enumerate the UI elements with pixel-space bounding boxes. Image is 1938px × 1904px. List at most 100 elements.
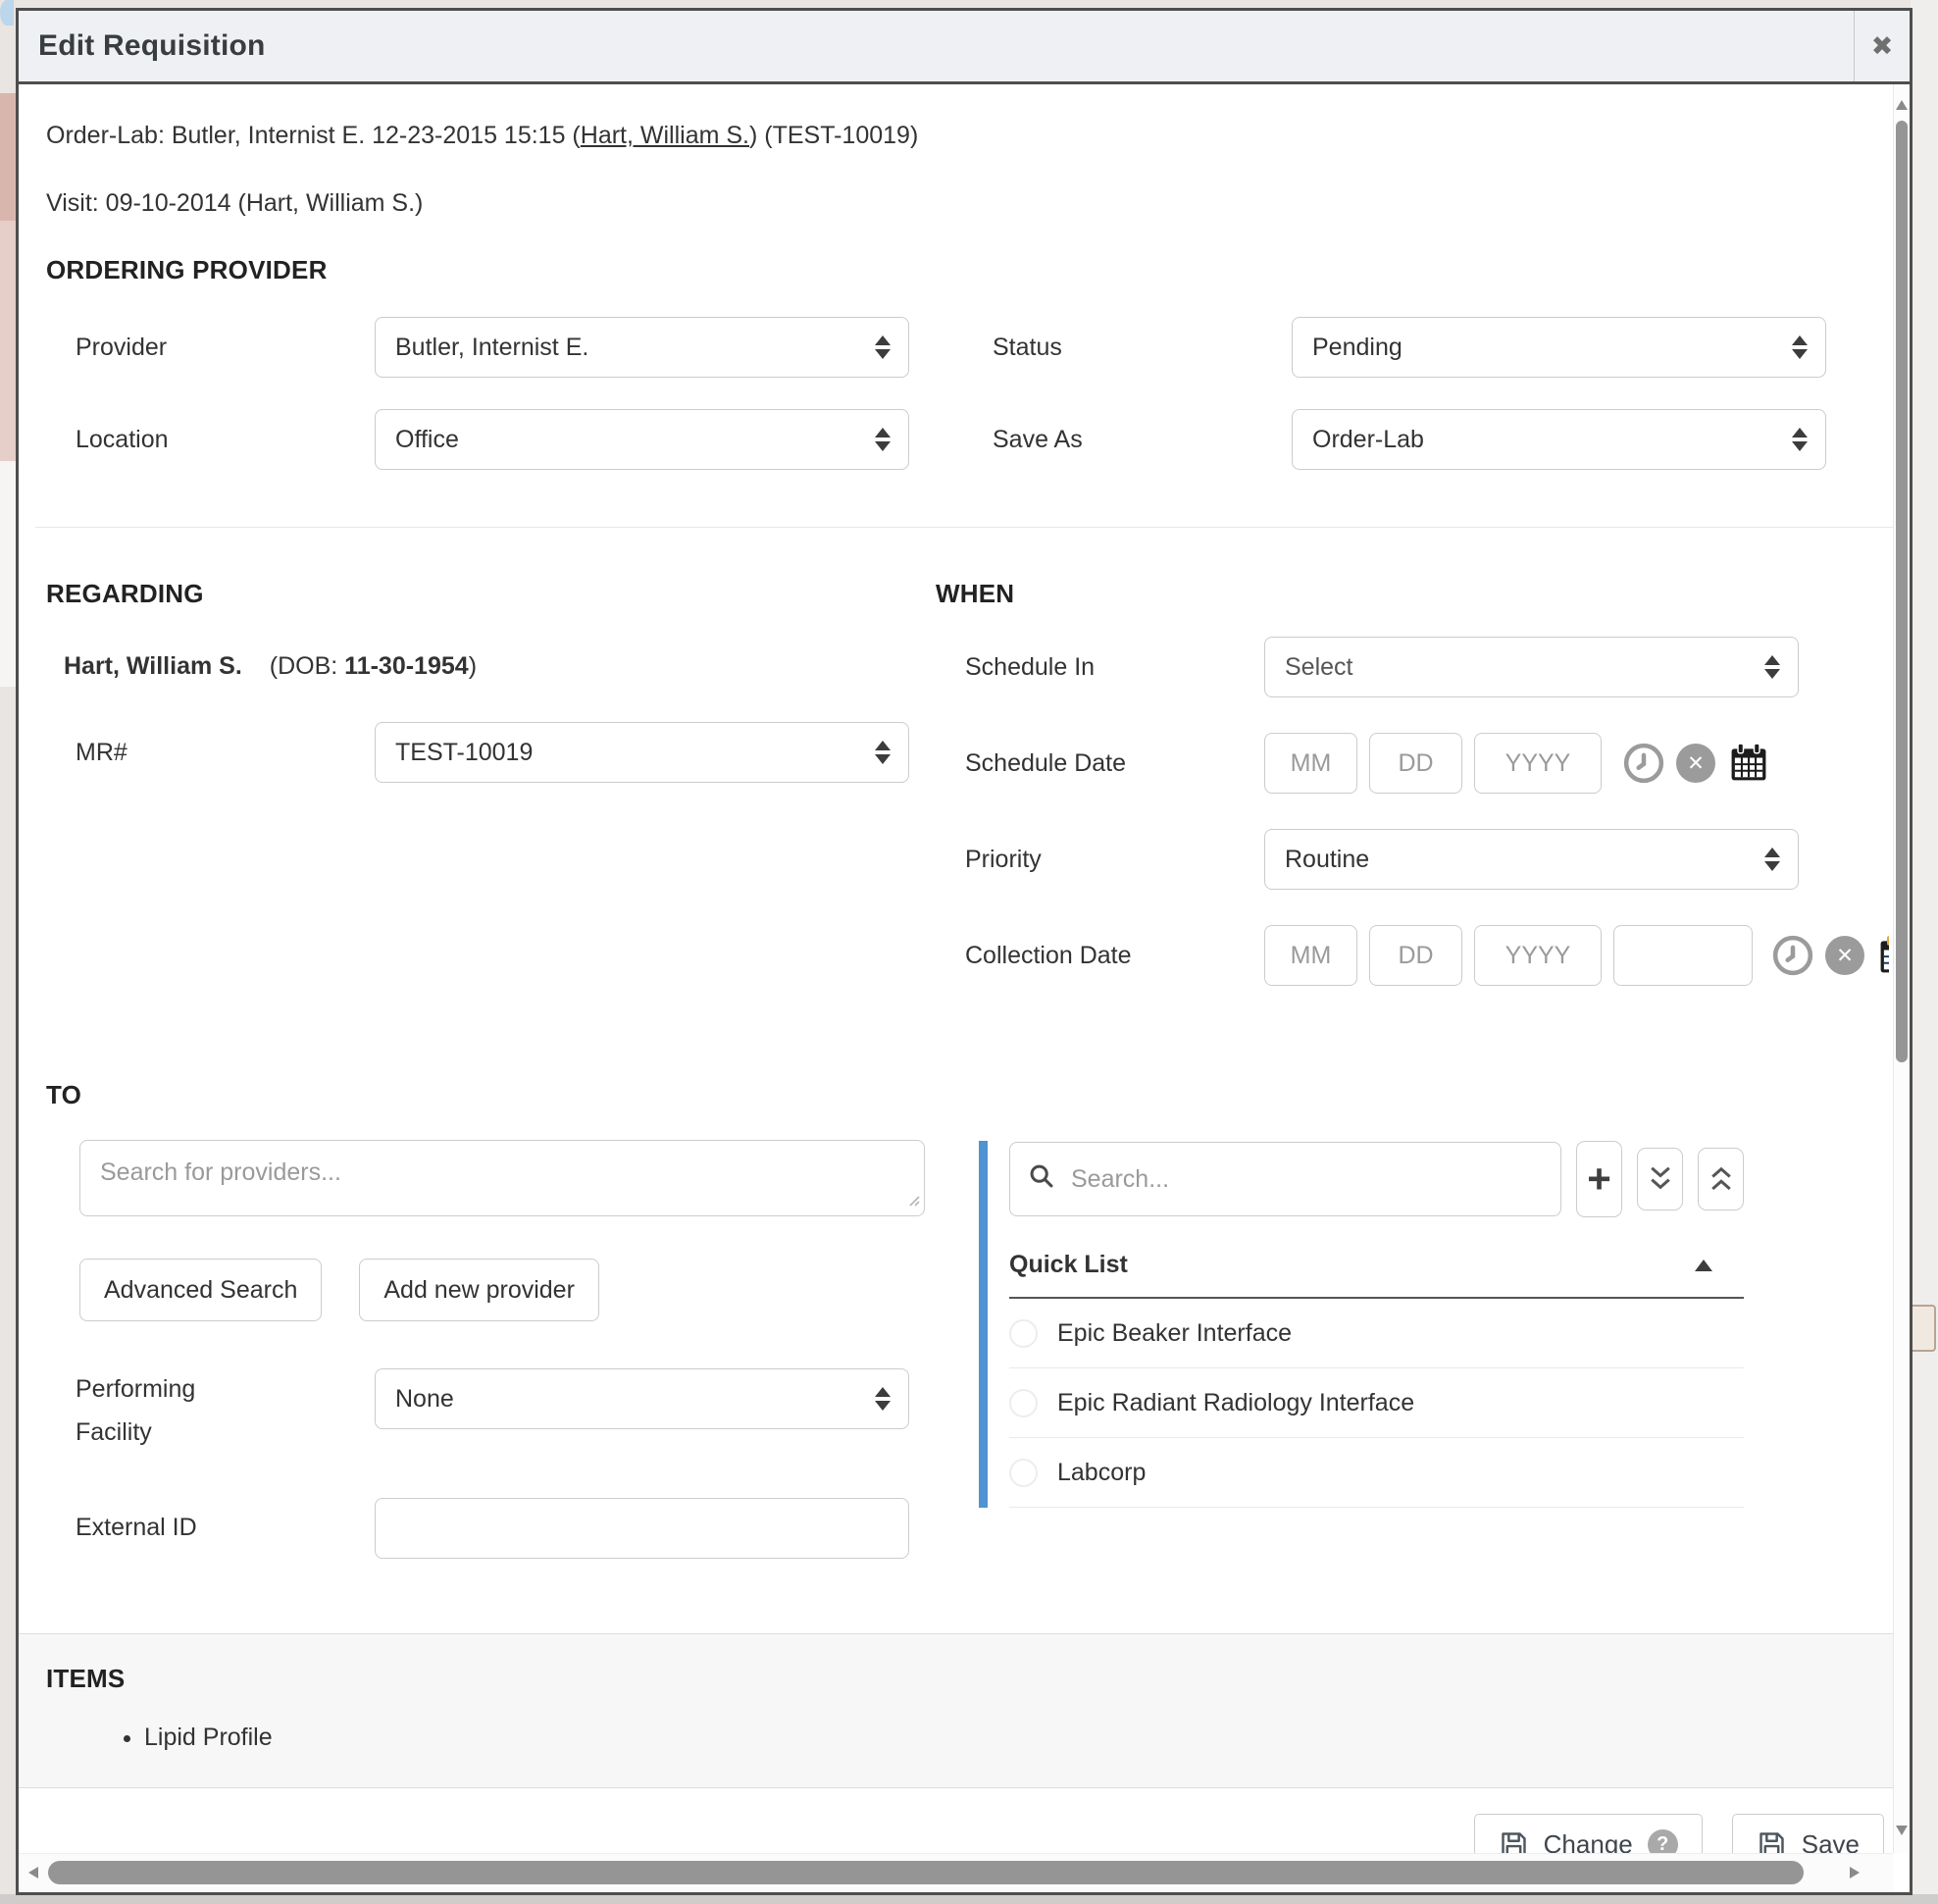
quick-list-title: Quick List — [1009, 1251, 1128, 1279]
schedule-in-value: Select — [1285, 653, 1352, 682]
collection-date-dd-input[interactable] — [1369, 925, 1462, 986]
patient-line: Hart, William S.(DOB: 11-30-1954) — [46, 652, 936, 681]
collection-date-clear-icon[interactable]: ✕ — [1825, 936, 1864, 975]
double-chevron-up-icon — [1707, 1162, 1736, 1196]
select-arrows-icon — [875, 335, 891, 359]
order-summary: Order-Lab: Butler, Internist E. 12-23-20… — [46, 124, 1910, 216]
background-block — [0, 221, 16, 461]
expand-all-button[interactable] — [1698, 1148, 1744, 1210]
status-select[interactable]: Pending — [1292, 317, 1826, 378]
save-as-select[interactable]: Order-Lab — [1292, 409, 1826, 470]
external-id-input[interactable] — [375, 1498, 909, 1559]
quick-list-item[interactable]: Labcorp — [1009, 1438, 1744, 1508]
vertical-scrollbar[interactable] — [1893, 84, 1910, 1853]
to-right-column: + Quick List — [936, 1080, 1910, 1559]
radio-icon[interactable] — [1009, 1389, 1038, 1417]
close-button[interactable]: ✖ — [1854, 11, 1910, 81]
select-arrows-icon — [1792, 335, 1808, 359]
collection-time-input[interactable] — [1613, 925, 1753, 986]
scroll-up-arrow-icon[interactable] — [1896, 100, 1908, 110]
ordering-provider-section: ORDERING PROVIDER Provider Butler, Inter… — [19, 255, 1910, 501]
collection-date-clock-icon[interactable] — [1772, 935, 1813, 976]
provider-select-value: Butler, Internist E. — [395, 334, 588, 362]
radio-icon[interactable] — [1009, 1319, 1038, 1348]
schedule-date-yyyy-input[interactable] — [1474, 733, 1602, 794]
dob-suffix: ) — [469, 652, 477, 680]
priority-select[interactable]: Routine — [1264, 829, 1799, 890]
performing-facility-row: Performing Facility None — [46, 1368, 936, 1455]
scroll-right-arrow-icon[interactable] — [1850, 1867, 1860, 1878]
background-page-bottom — [0, 1894, 1938, 1904]
background-page-right — [1911, 0, 1938, 1904]
collection-date-calendar-icon[interactable] — [1876, 934, 1889, 977]
provider-search-textarea[interactable] — [79, 1140, 925, 1216]
performing-facility-label: Performing Facility — [46, 1368, 375, 1455]
mr-select-value: TEST-10019 — [395, 739, 533, 767]
status-select-value: Pending — [1312, 334, 1402, 362]
recipient-panel: + Quick List — [979, 1141, 1744, 1508]
schedule-date-dd-input[interactable] — [1369, 733, 1462, 794]
quick-list-header[interactable]: Quick List — [1009, 1251, 1744, 1299]
schedule-date-mm-input[interactable] — [1264, 733, 1357, 794]
to-heading: TO — [46, 1080, 936, 1110]
dob-value: 11-30-1954 — [344, 652, 469, 680]
scroll-left-arrow-icon[interactable] — [28, 1867, 38, 1878]
background-dot — [0, 0, 14, 26]
select-arrows-icon — [1764, 848, 1780, 871]
location-row: Location Office — [46, 409, 963, 470]
mr-select[interactable]: TEST-10019 — [375, 722, 909, 783]
provider-select[interactable]: Butler, Internist E. — [375, 317, 909, 378]
provider-row: Provider Butler, Internist E. — [46, 317, 963, 378]
add-recipient-button[interactable]: + — [1576, 1141, 1622, 1217]
select-arrows-icon — [1764, 655, 1780, 679]
background-block — [1909, 1305, 1936, 1352]
location-select[interactable]: Office — [375, 409, 909, 470]
collapse-all-button[interactable] — [1637, 1148, 1683, 1210]
schedule-in-label: Schedule In — [936, 653, 1264, 682]
advanced-search-button[interactable]: Advanced Search — [79, 1259, 322, 1321]
provider-label: Provider — [46, 334, 375, 362]
collection-date-mm-input[interactable] — [1264, 925, 1357, 986]
when-heading: WHEN — [936, 579, 1910, 609]
priority-value: Routine — [1285, 846, 1369, 874]
status-row: Status Pending — [963, 317, 1910, 378]
scroll-down-arrow-icon[interactable] — [1896, 1826, 1908, 1835]
mr-label: MR# — [46, 739, 375, 767]
mr-row: MR# TEST-10019 — [46, 722, 936, 783]
to-buttons-row: Advanced Search Add new provider — [79, 1259, 936, 1321]
collection-date-row: Collection Date ✕ — [936, 925, 1910, 986]
external-id-row: External ID — [46, 1498, 936, 1559]
recipient-search-box[interactable] — [1009, 1142, 1561, 1216]
radio-icon[interactable] — [1009, 1459, 1038, 1487]
schedule-in-row: Schedule In Select — [936, 637, 1910, 697]
schedule-date-calendar-icon[interactable] — [1727, 742, 1770, 785]
quick-list-item[interactable]: Epic Radiant Radiology Interface — [1009, 1368, 1744, 1438]
status-label: Status — [963, 334, 1292, 362]
quick-list-item[interactable]: Epic Beaker Interface — [1009, 1299, 1744, 1368]
vertical-scrollbar-thumb[interactable] — [1896, 121, 1908, 1062]
double-chevron-down-icon — [1646, 1162, 1675, 1196]
order-summary-line: Order-Lab: Butler, Internist E. 12-23-20… — [46, 124, 1910, 148]
location-select-value: Office — [395, 426, 459, 454]
schedule-date-clock-icon[interactable] — [1623, 743, 1664, 784]
regarding-heading: REGARDING — [46, 579, 936, 609]
search-icon — [1028, 1162, 1055, 1197]
performing-facility-select[interactable]: None — [375, 1368, 909, 1429]
horizontal-scrollbar[interactable] — [19, 1853, 1893, 1892]
add-new-provider-button[interactable]: Add new provider — [359, 1259, 599, 1321]
collection-date-yyyy-input[interactable] — [1474, 925, 1602, 986]
recipient-search-input[interactable] — [1069, 1164, 1543, 1195]
collection-date-label: Collection Date — [936, 942, 1264, 970]
select-arrows-icon — [1792, 428, 1808, 451]
patient-link[interactable]: Hart, William S. — [581, 122, 749, 149]
schedule-date-clear-icon[interactable]: ✕ — [1676, 744, 1715, 783]
schedule-in-select[interactable]: Select — [1264, 637, 1799, 697]
dialog-title: Edit Requisition — [19, 29, 266, 63]
recipient-search-row: + — [1009, 1141, 1744, 1217]
patient-name: Hart, William S. — [64, 652, 242, 680]
collection-date-fields: ✕ — [1264, 925, 1889, 986]
horizontal-scrollbar-thumb[interactable] — [48, 1861, 1804, 1884]
performing-facility-value: None — [395, 1385, 454, 1414]
location-label: Location — [46, 426, 375, 454]
ordering-provider-heading: ORDERING PROVIDER — [46, 255, 963, 285]
